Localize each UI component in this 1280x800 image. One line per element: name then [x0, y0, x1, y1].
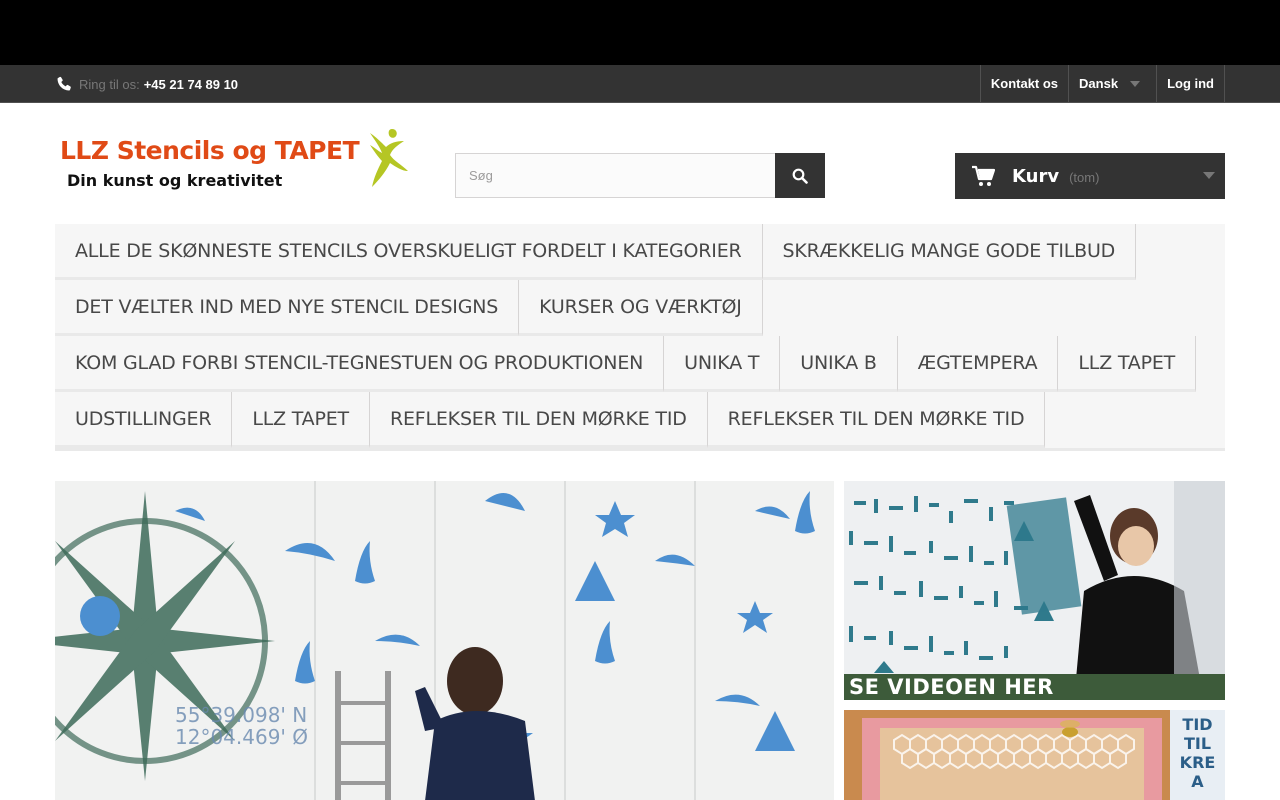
language-selector[interactable]: Dansk [1068, 65, 1156, 102]
menu-item-udstillinger[interactable]: Udstillinger [55, 392, 233, 448]
logo-title: LLZ Stencils og TAPET [60, 136, 360, 165]
menu-item-llz-tapet-2[interactable]: LLZ TAPET [232, 392, 370, 448]
menu-item-alle-stencils[interactable]: Alle de skønneste stencils overskueligt … [55, 224, 763, 280]
login-link-label: Log ind [1167, 76, 1214, 91]
menu-item-unika-t[interactable]: Unika T [664, 336, 781, 392]
chevron-down-icon [1203, 172, 1215, 179]
search-icon [792, 168, 808, 184]
login-link[interactable]: Log ind [1156, 65, 1225, 102]
menu-item-aegtempera[interactable]: Ægtempera [897, 336, 1059, 392]
menu-row: Alle de skønneste stencils overskueligt … [55, 224, 1225, 280]
course-text-box: TID TIL KRE A [1170, 710, 1225, 800]
phone-number: +45 21 74 89 10 [143, 76, 239, 92]
course-banner[interactable]: TID TIL KRE A [844, 710, 1225, 800]
dancing-figure-logo-icon [370, 129, 408, 187]
stencil-wall-image [55, 481, 834, 800]
menu-item-nye-designs[interactable]: Det vælter ind med nye stencil designs [55, 280, 520, 336]
course-text-line: TIL [1183, 734, 1212, 753]
menu-item-unika-b[interactable]: Unika B [780, 336, 898, 392]
menu-row: Det vælter ind med nye stencil designs K… [55, 280, 1225, 336]
video-caption: SE VIDEOEN HER [844, 674, 1225, 700]
menu-row: Kom glad forbi stencil-tegnestuen og pro… [55, 336, 1225, 392]
menu-item-llz-tapet[interactable]: LLZ TAPET [1058, 336, 1197, 392]
phone-label: Ring til os: [79, 76, 140, 92]
menu-item-kurser[interactable]: Kurser og værktøj [519, 280, 763, 336]
search-input[interactable] [455, 153, 775, 198]
top-black-band [0, 0, 1280, 65]
main-banner[interactable]: 55°39.098' N 12°04.469' Ø [55, 481, 834, 800]
site-logo[interactable]: LLZ Stencils og TAPET Din kunst og kreat… [55, 124, 415, 194]
cart-icon [972, 165, 995, 186]
cart-status: (tom) [1069, 170, 1100, 185]
search-bar [455, 153, 825, 198]
search-button[interactable] [775, 153, 825, 198]
video-banner[interactable]: SE VIDEOEN HER [844, 481, 1225, 700]
contact-link-label: Kontakt os [990, 76, 1059, 91]
video-stencil-image [844, 481, 1225, 700]
menu-item-reflekser[interactable]: Reflekser til den mørke tid [369, 392, 708, 448]
coordinates-line1: 55°39.098' N [175, 703, 308, 727]
menu-item-reflekser-2[interactable]: Reflekser til den mørke tid [707, 392, 1046, 448]
cart-label: Kurv [1012, 165, 1060, 187]
language-label: Dansk [1079, 76, 1119, 91]
top-nav-bar: Ring til os: +45 21 74 89 10 Kontakt os … [0, 65, 1280, 103]
phone-icon [57, 76, 71, 91]
course-text-line: A [1191, 772, 1204, 791]
contact-link[interactable]: Kontakt os [979, 65, 1068, 102]
header-links: Kontakt os Dansk Log ind [979, 65, 1225, 102]
phone-info: Ring til os: +45 21 74 89 10 [55, 71, 238, 97]
honeycomb-stencil-image [844, 710, 1225, 800]
menu-item-tegnestuen[interactable]: Kom glad forbi stencil-tegnestuen og pro… [55, 336, 665, 392]
chevron-down-icon [1130, 80, 1141, 87]
logo-tagline: Din kunst og kreativitet [67, 171, 283, 190]
course-text-line: TID [1182, 715, 1213, 734]
course-text-line: KRE [1179, 753, 1216, 772]
main-menu: Alle de skønneste stencils overskueligt … [55, 224, 1225, 451]
cart-button[interactable]: Kurv (tom) [955, 153, 1225, 199]
menu-item-tilbud[interactable]: Skrækkelig mange gode tilbud [762, 224, 1137, 280]
coordinates-line2: 12°04.469' Ø [175, 725, 309, 749]
menu-row: Udstillinger LLZ TAPET Reflekser til den… [55, 392, 1225, 448]
